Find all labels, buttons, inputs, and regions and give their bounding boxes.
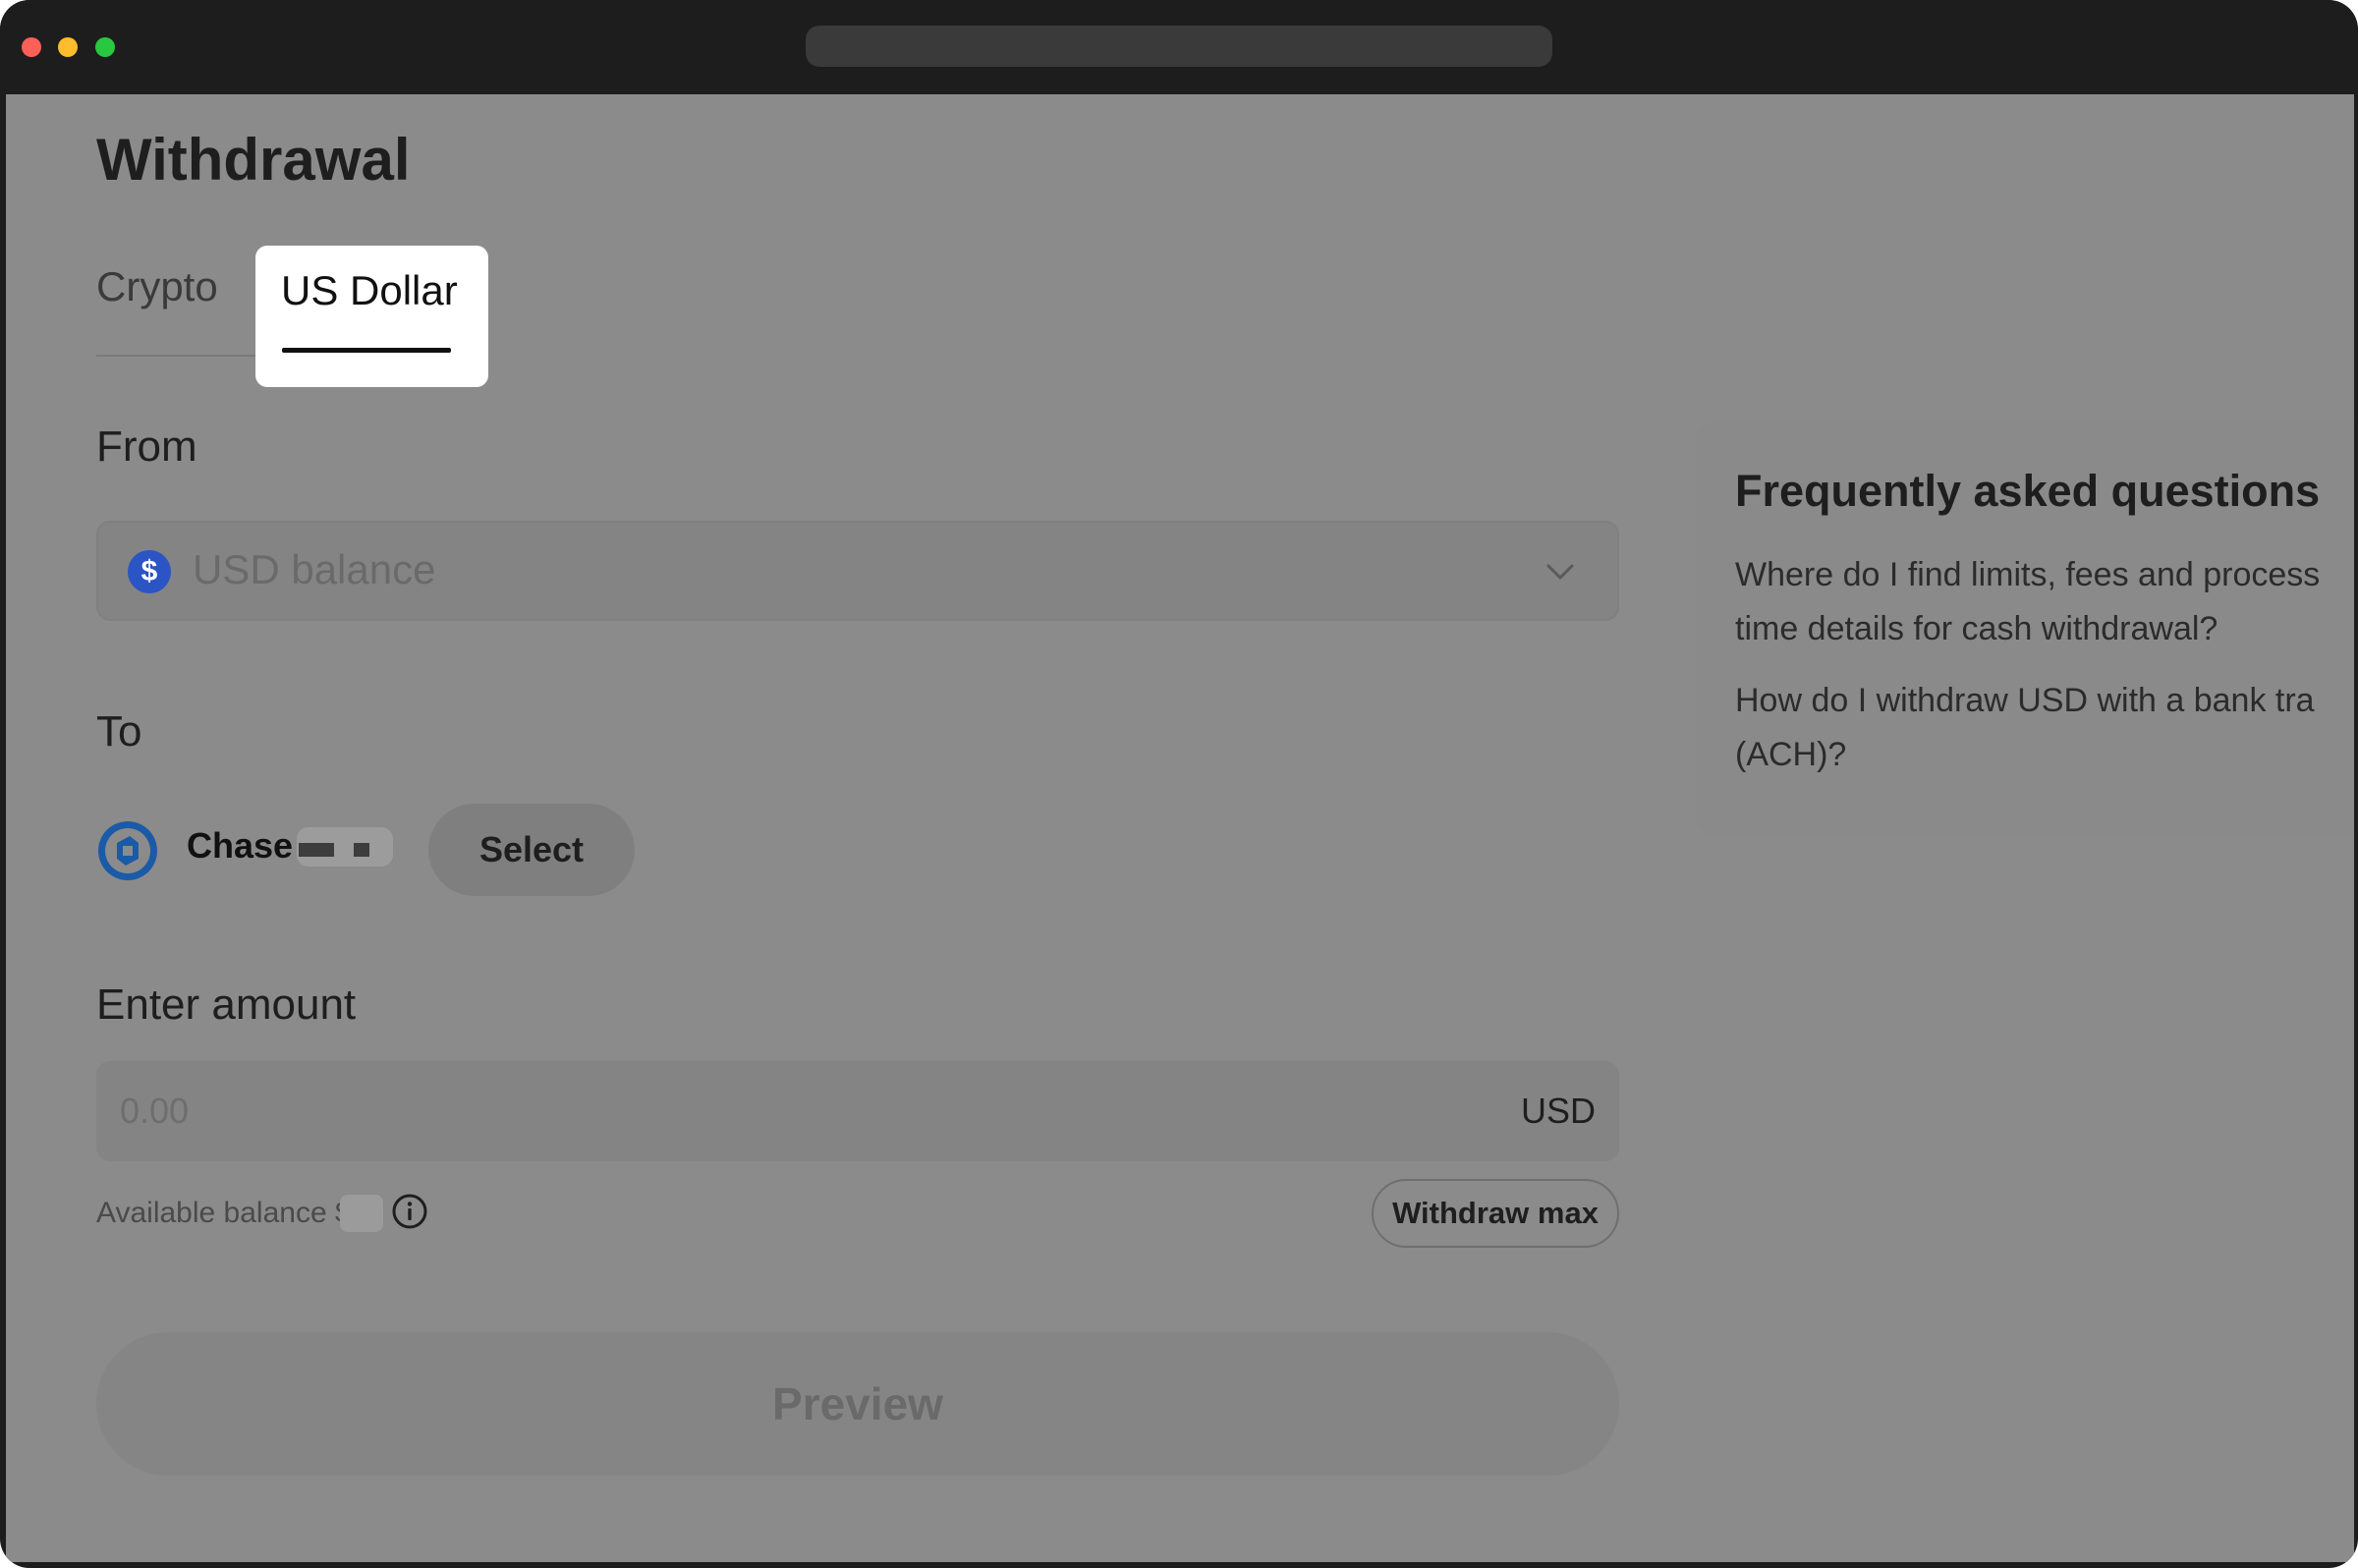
to-label: To — [96, 707, 142, 756]
info-icon[interactable] — [391, 1193, 428, 1230]
from-label: From — [96, 422, 197, 471]
faq-panel: Frequently asked questions Where do I fi… — [1696, 422, 2354, 835]
available-balance-label: Available balance $ — [96, 1197, 352, 1229]
account-number-block — [299, 843, 334, 857]
minimize-window-button[interactable] — [58, 37, 78, 57]
chase-bank-icon — [98, 821, 157, 880]
tab-us-dollar[interactable]: US Dollar — [255, 246, 488, 387]
title-bar — [0, 0, 2358, 94]
tab-us-dollar-label: US Dollar — [281, 267, 458, 313]
from-account-select[interactable]: $ USD balance — [96, 521, 1619, 621]
active-tab-indicator — [282, 348, 451, 353]
tab-crypto[interactable]: Crypto — [96, 263, 218, 310]
close-window-button[interactable] — [22, 37, 41, 57]
maximize-window-button[interactable] — [95, 37, 115, 57]
account-number-block — [354, 843, 369, 857]
faq-question-ach[interactable]: How do I withdraw USD with a bank tra (A… — [1735, 674, 2354, 782]
masked-balance — [340, 1195, 383, 1232]
preview-button[interactable]: Preview — [96, 1332, 1619, 1476]
withdraw-max-button[interactable]: Withdraw max — [1372, 1179, 1619, 1248]
dollar-coin-icon: $ — [128, 550, 171, 593]
page-title: Withdrawal — [96, 127, 411, 193]
select-bank-button[interactable]: Select — [428, 804, 635, 896]
faq-question-limits[interactable]: Where do I find limits, fees and process… — [1735, 548, 2354, 656]
amount-input[interactable]: 0.00 USD — [96, 1061, 1619, 1161]
amount-placeholder: 0.00 — [120, 1091, 190, 1131]
faq-title: Frequently asked questions — [1735, 466, 2321, 516]
address-bar[interactable] — [806, 26, 1552, 67]
amount-currency: USD — [1520, 1091, 1596, 1131]
withdrawal-page: Withdrawal Crypto US Dollar From $ USD b… — [6, 94, 2354, 1562]
from-account-value: USD balance — [193, 546, 436, 592]
amount-label: Enter amount — [96, 980, 357, 1029]
app-window: Withdrawal Crypto US Dollar From $ USD b… — [0, 0, 2358, 1568]
bank-name: Chase — [187, 825, 294, 866]
tab-divider — [96, 355, 261, 357]
chevron-down-icon — [1546, 564, 1574, 580]
